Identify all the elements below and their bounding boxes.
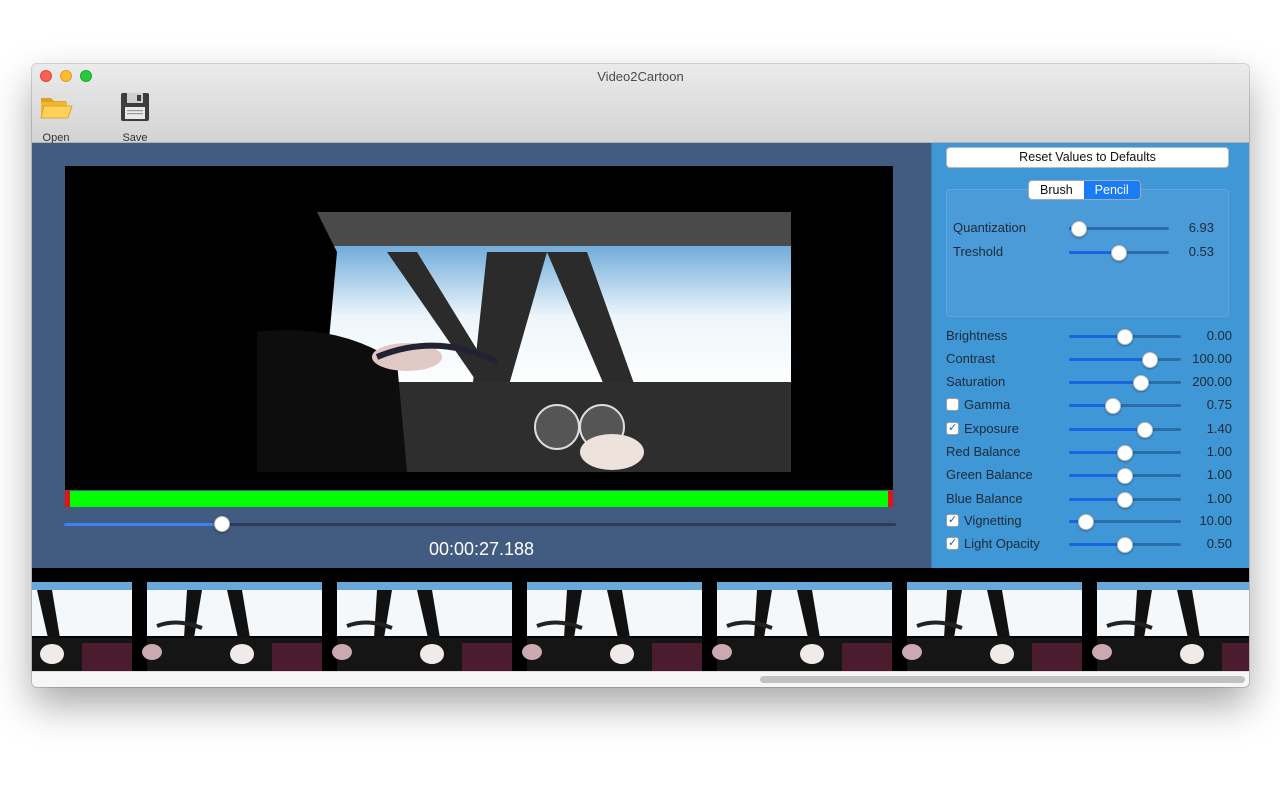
checkbox-gamma[interactable] <box>946 398 959 411</box>
cartoon-video-frame <box>257 212 791 472</box>
horizontal-scrollbar[interactable] <box>32 671 1249 687</box>
slider-track[interactable] <box>1069 381 1181 384</box>
control-label: Brightness <box>946 328 1008 343</box>
control-row-exposure: Exposure 1.40 <box>932 419 1249 439</box>
slider-knob[interactable] <box>1077 514 1094 530</box>
timecode-label: 00:00:27.188 <box>428 539 535 559</box>
slider-knob[interactable] <box>1117 492 1133 508</box>
slider-knob[interactable] <box>1137 422 1154 438</box>
thumbnail-frame[interactable] <box>132 568 322 671</box>
control-label: Light Opacity <box>964 536 1040 551</box>
control-value: 10.00 <box>1199 513 1232 528</box>
scrubber-fill <box>64 523 223 526</box>
tab-pencil[interactable]: Pencil <box>1083 181 1140 199</box>
thumbnail-frame[interactable] <box>892 568 1082 671</box>
scrollbar-thumb[interactable] <box>760 676 1245 683</box>
control-value: 100.00 <box>1192 351 1232 366</box>
app-window: Video2Cartoon Open Save 00:00:27.188 Res… <box>32 64 1249 687</box>
thumbnail-frame[interactable] <box>702 568 892 671</box>
scrubber-knob[interactable] <box>214 516 231 532</box>
slider-track[interactable] <box>1069 404 1181 407</box>
slider-knob[interactable] <box>1071 221 1087 237</box>
control-value: 1.00 <box>1206 467 1232 482</box>
slider-fill <box>1069 381 1141 384</box>
folder-open-icon <box>40 98 73 119</box>
control-row-brightness: Brightness 0.00 <box>932 326 1249 346</box>
slider-knob[interactable] <box>1132 375 1149 391</box>
slider-track[interactable] <box>1069 358 1181 361</box>
control-row-blue-balance: Blue Balance 1.00 <box>932 489 1249 509</box>
checkbox-vignetting[interactable] <box>946 513 959 527</box>
slider-knob[interactable] <box>1117 468 1133 484</box>
control-row-treshold: Treshold 0.53 <box>932 242 1249 262</box>
save-button[interactable]: Save <box>110 90 160 144</box>
control-row-contrast: Contrast 100.00 <box>932 349 1249 369</box>
control-label: Green Balance <box>946 467 1033 482</box>
slider-knob[interactable] <box>1141 352 1158 368</box>
thumbnail-frame[interactable] <box>512 568 702 671</box>
control-label: Red Balance <box>946 444 1021 459</box>
control-row-green-balance: Green Balance 1.00 <box>932 465 1249 485</box>
control-row-vignetting: Vignetting 10.00 <box>932 511 1249 531</box>
checkbox-exposure[interactable] <box>946 421 959 435</box>
control-value: 0.53 <box>1188 244 1214 259</box>
open-button[interactable]: Open <box>32 90 81 144</box>
control-label: Blue Balance <box>946 491 1023 506</box>
control-row-saturation: Saturation 200.00 <box>932 372 1249 392</box>
slider-fill <box>1069 358 1150 361</box>
slider-knob[interactable] <box>1104 398 1121 414</box>
video-pane: 00:00:27.188 <box>32 143 931 568</box>
titlebar: Video2Cartoon Open Save <box>32 64 1249 144</box>
settings-panel: Reset Values to Defaults Brush Pencil Qu… <box>931 143 1249 568</box>
playback-scrubber[interactable] <box>64 516 896 532</box>
slider-knob[interactable] <box>1117 329 1133 345</box>
control-value: 0.75 <box>1206 397 1232 412</box>
thumbnail-strip[interactable] <box>32 568 1249 671</box>
window-title: Video2Cartoon <box>597 69 684 84</box>
control-label: Contrast <box>946 351 996 366</box>
reset-defaults-button[interactable]: Reset Values to Defaults <box>946 147 1229 168</box>
control-value: 1.00 <box>1206 491 1232 506</box>
control-label: Quantization <box>953 220 1026 235</box>
thumbnail-frame[interactable] <box>32 568 132 671</box>
control-label: Gamma <box>964 397 1011 412</box>
control-row-gamma: Gamma 0.75 <box>932 395 1249 415</box>
control-label: Treshold <box>953 244 1004 259</box>
control-row-quantization: Quantization 6.93 <box>932 218 1249 238</box>
slider-track[interactable] <box>1069 428 1181 431</box>
control-row-red-balance: Red Balance 1.00 <box>932 442 1249 462</box>
control-label: Saturation <box>946 374 1006 389</box>
control-label: Exposure <box>964 421 1019 436</box>
checkbox-light-opacity[interactable] <box>946 536 959 550</box>
slider-fill <box>1069 428 1146 431</box>
slider-knob[interactable] <box>1111 245 1127 261</box>
control-value: 200.00 <box>1192 374 1232 389</box>
thumbnail-frame[interactable] <box>322 568 512 671</box>
thumbnail-frame[interactable] <box>1082 568 1249 671</box>
control-label: Vignetting <box>964 513 1022 528</box>
slider-knob[interactable] <box>1117 537 1133 553</box>
control-value: 1.00 <box>1206 444 1232 459</box>
video-preview <box>65 166 893 490</box>
control-row-light-opacity: Light Opacity 0.50 <box>932 534 1249 554</box>
mode-segmented-control: Brush Pencil <box>1028 180 1141 200</box>
tab-brush[interactable]: Brush <box>1029 181 1084 199</box>
control-value: 0.00 <box>1206 328 1232 343</box>
floppy-disk-icon <box>121 93 149 121</box>
cut-timeline-bar[interactable] <box>65 491 893 507</box>
control-value: 0.50 <box>1206 536 1232 551</box>
control-value: 1.40 <box>1206 421 1232 436</box>
slider-knob[interactable] <box>1117 445 1133 461</box>
control-value: 6.93 <box>1188 220 1214 235</box>
